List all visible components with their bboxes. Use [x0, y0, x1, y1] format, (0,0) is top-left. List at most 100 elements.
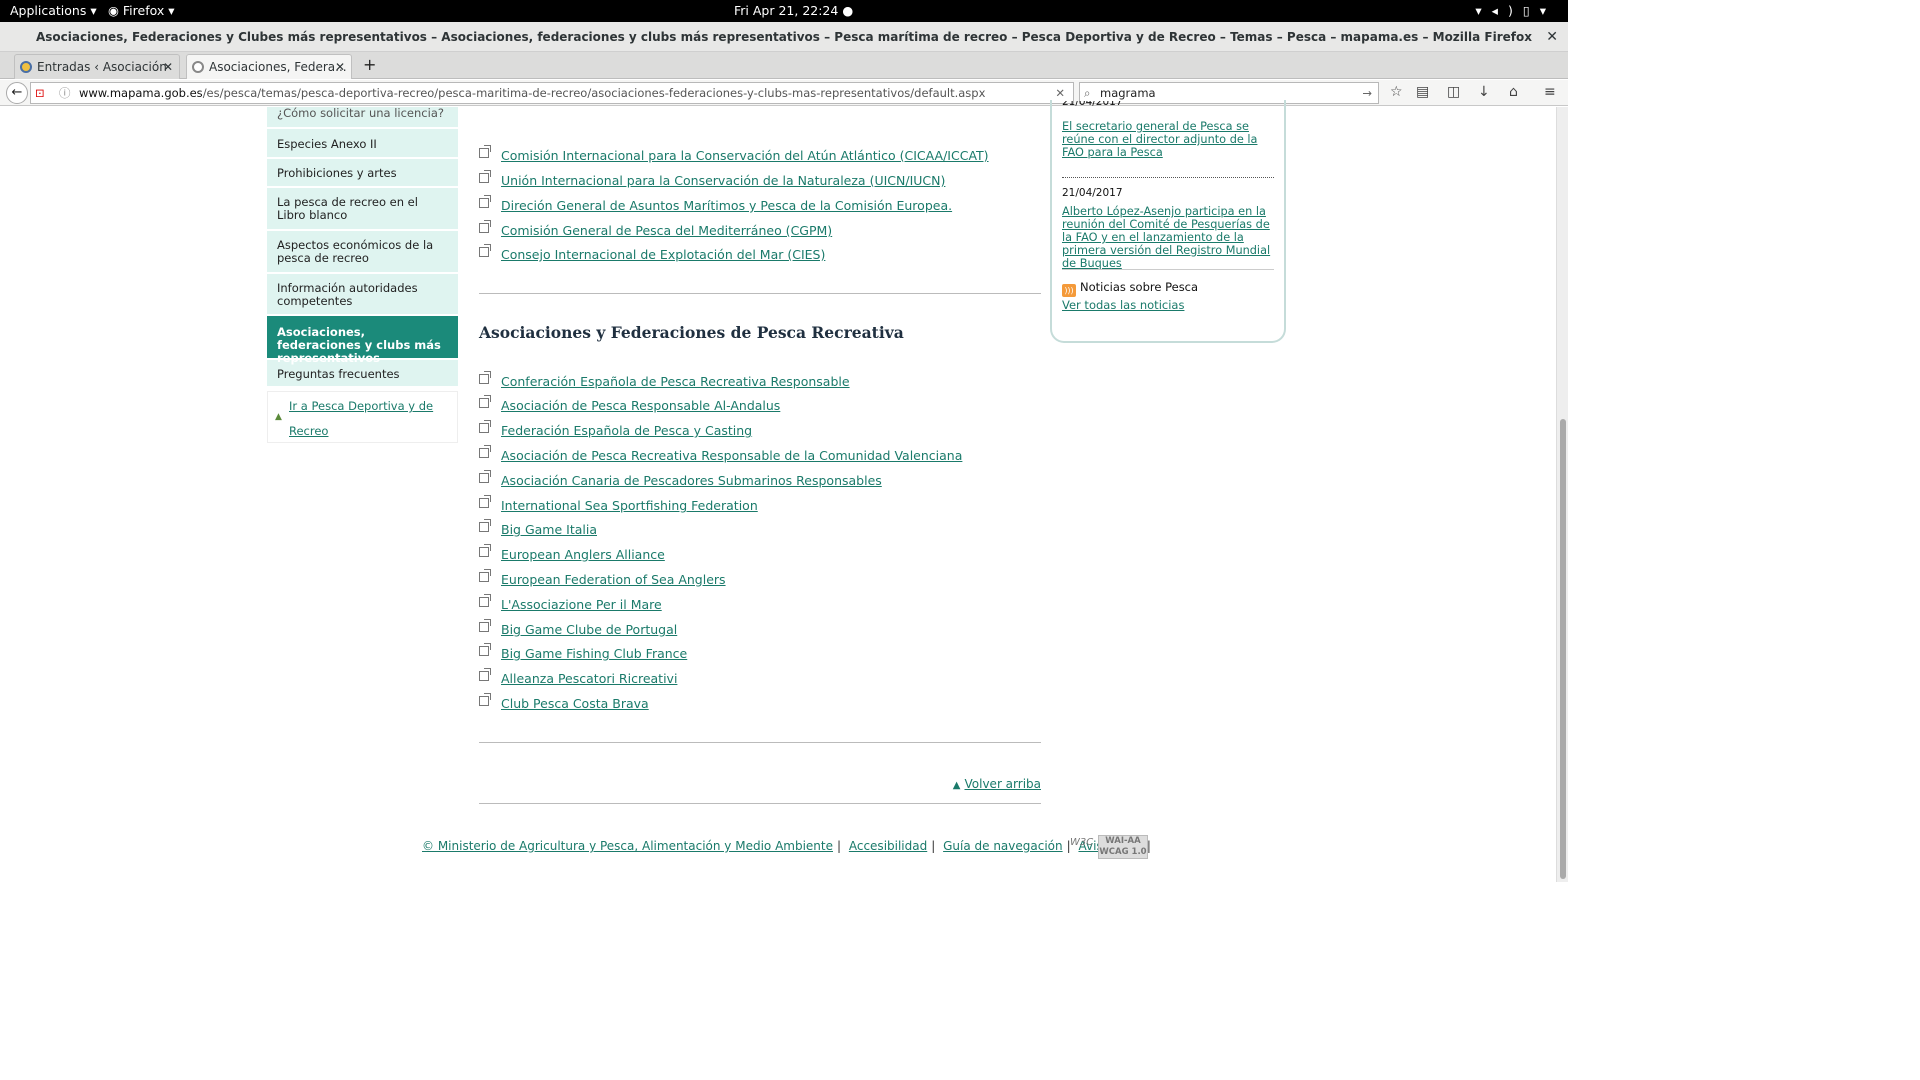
sidebar-item-libro-blanco[interactable]: La pesca de recreo en el Libro blanco	[267, 188, 458, 231]
sidebar-item-asociaciones[interactable]: Asociaciones, federaciones y clubs más r…	[267, 316, 458, 365]
sidebar-nav: ¿Cómo solicitar una licencia? Especies A…	[267, 107, 458, 388]
vertical-scrollbar[interactable]	[1556, 107, 1568, 882]
tab-entradas[interactable]: Entradas ‹ Asociación ... ✕	[14, 54, 180, 98]
news-item-link[interactable]: El secretario general de Pesca se reúne …	[1062, 120, 1274, 159]
external-link-icon	[479, 420, 491, 433]
external-link-icon	[479, 170, 491, 183]
new-tab-icon[interactable]: +	[363, 55, 376, 74]
reading-list-icon[interactable]: ▤	[1416, 84, 1429, 100]
external-link-icon	[479, 371, 491, 384]
navigation-toolbar: ← ⊡ ⓘ www.mapama.gob.es/es/pesca/temas/p…	[0, 80, 1568, 106]
assoc-link[interactable]: Alleanza Pescatori Ricreativi	[501, 671, 677, 686]
close-tab-icon[interactable]: ✕	[163, 55, 173, 79]
download-icon[interactable]: ↓	[1478, 84, 1490, 100]
accessibility-link[interactable]: Accesibilidad	[849, 839, 927, 853]
close-tab-icon[interactable]: ✕	[335, 55, 345, 79]
system-tray-icons[interactable]: ▾◂)▯▾	[1475, 3, 1556, 18]
tab-label: Asociaciones, Federa...	[209, 60, 347, 74]
section-divider	[479, 742, 1041, 743]
tab-strip: Entradas ‹ Asociación ... ✕ Asociaciones…	[0, 52, 1568, 98]
intl-link-dg-mare[interactable]: Direción General de Asuntos Marítimos y …	[501, 198, 952, 213]
search-go-icon[interactable]: →	[1362, 83, 1372, 103]
assoc-link[interactable]: Big Game Fishing Club France	[501, 646, 687, 661]
scrollbar-thumb[interactable]	[1560, 419, 1566, 879]
navigation-guide-link[interactable]: Guía de navegación	[943, 839, 1063, 853]
assoc-link[interactable]: Asociación de Pesca Recreativa Responsab…	[501, 448, 962, 463]
assoc-link[interactable]: Club Pesca Costa Brava	[501, 696, 649, 711]
applications-menu[interactable]: Applications ▾	[10, 3, 97, 18]
external-link-icon	[479, 220, 491, 233]
assoc-link[interactable]: International Sea Sportfishing Federatio…	[501, 498, 758, 513]
assoc-link[interactable]: Big Game Italia	[501, 522, 597, 537]
clock[interactable]: Fri Apr 21, 22:24 ●	[734, 3, 853, 18]
url-text: www.mapama.gob.es/es/pesca/temas/pesca-d…	[79, 86, 986, 100]
external-link-icon	[479, 519, 491, 532]
sidebar-item-prohibiciones[interactable]: Prohibiciones y artes	[267, 159, 458, 188]
back-to-top-link[interactable]: Volver arriba	[965, 777, 1042, 791]
menu-icon[interactable]: ≡	[1544, 84, 1556, 100]
news-panel: 21/04/2017 El secretario general de Pesc…	[1050, 100, 1286, 343]
assoc-link[interactable]: Conferación Española de Pesca Recreativa…	[501, 374, 850, 389]
sidebar-item-especies[interactable]: Especies Anexo II	[267, 129, 458, 159]
section-title: Asociaciones y Federaciones de Pesca Rec…	[479, 323, 904, 342]
page-footer: © Ministerio de Agricultura y Pesca, Ali…	[422, 839, 1151, 853]
system-top-bar: Applications ▾ ◉ Firefox ▾ Fri Apr 21, 2…	[0, 0, 1568, 22]
assoc-link[interactable]: L'Associazione Per il Mare	[501, 597, 662, 612]
news-date: 21/04/2017	[1062, 101, 1123, 108]
window-title-bar: Asociaciones, Federaciones y Clubes más …	[0, 22, 1568, 52]
assoc-link[interactable]: Big Game Clube de Portugal	[501, 622, 677, 637]
url-bar[interactable]: ⊡ ⓘ www.mapama.gob.es/es/pesca/temas/pes…	[30, 82, 1074, 104]
favicon-icon	[20, 61, 32, 73]
bookmark-star-icon[interactable]: ☆	[1390, 84, 1403, 100]
intl-link-cgpm[interactable]: Comisión General de Pesca del Mediterrán…	[501, 223, 832, 238]
rss-title: Noticias sobre Pesca	[1080, 280, 1199, 294]
ministry-link[interactable]: © Ministerio de Agricultura y Pesca, Ali…	[422, 839, 833, 853]
external-link-icon	[479, 445, 491, 458]
intl-link-uicn[interactable]: Unión Internacional para la Conservación…	[501, 173, 945, 188]
external-link-icon	[479, 693, 491, 706]
blocked-content-icon[interactable]: ⊡	[35, 83, 45, 103]
back-to-section: ▲ Ir a Pesca Deportiva y de Recreo	[267, 391, 458, 443]
firefox-menu[interactable]: ◉ Firefox ▾	[108, 3, 175, 18]
section-divider	[479, 293, 1041, 294]
external-link-icon	[479, 544, 491, 557]
w3c-logo[interactable]: W3C	[1070, 837, 1093, 848]
close-window-icon[interactable]: ✕	[1546, 22, 1558, 52]
external-link-icon	[479, 569, 491, 582]
loading-icon	[192, 61, 204, 73]
external-link-icon	[479, 594, 491, 607]
assoc-link[interactable]: Asociación de Pesca Responsable Al-Andal…	[501, 398, 780, 413]
pocket-icon[interactable]: ◫	[1447, 84, 1460, 100]
assoc-link[interactable]: European Federation of Sea Anglers	[501, 572, 726, 587]
rss-icon[interactable]: )))	[1062, 284, 1076, 297]
site-info-icon[interactable]: ⓘ	[59, 83, 71, 103]
tab-asociaciones[interactable]: Asociaciones, Federa... ✕	[186, 54, 352, 79]
news-date: 21/04/2017	[1062, 187, 1123, 199]
back-to-top: ▲ Volver arriba	[953, 777, 1041, 791]
intl-link-cies[interactable]: Consejo Internacional de Explotación del…	[501, 247, 825, 262]
assoc-link[interactable]: European Anglers Alliance	[501, 547, 665, 562]
sidebar-item-licencia[interactable]: ¿Cómo solicitar una licencia?	[267, 107, 458, 129]
external-link-icon	[479, 495, 491, 508]
sidebar-item-aspectos[interactable]: Aspectos económicos de la pesca de recre…	[267, 231, 458, 274]
intl-link-iccat[interactable]: Comisión Internacional para la Conservac…	[501, 148, 989, 163]
news-divider	[1062, 177, 1274, 178]
news-item-link[interactable]: Alberto López-Asenjo participa en la reu…	[1062, 205, 1274, 270]
news-divider	[1062, 269, 1274, 270]
all-news-link[interactable]: Ver todas las noticias	[1062, 298, 1184, 312]
external-link-icon	[479, 470, 491, 483]
window-title: Asociaciones, Federaciones y Clubes más …	[36, 30, 1532, 44]
external-link-icon	[479, 619, 491, 632]
footer-divider	[479, 803, 1041, 804]
wai-aa-badge[interactable]: WAI-AA WCAG 1.0	[1098, 835, 1148, 859]
back-to-section-link[interactable]: Ir a Pesca Deportiva y de Recreo	[289, 394, 439, 444]
back-button[interactable]: ←	[6, 82, 28, 104]
sidebar-item-autoridades[interactable]: Información autoridades competentes	[267, 274, 458, 316]
external-link-icon	[479, 668, 491, 681]
home-icon[interactable]: ⌂	[1509, 84, 1518, 100]
assoc-link[interactable]: Asociación Canaria de Pescadores Submari…	[501, 473, 882, 488]
up-arrow-icon: ▲	[952, 780, 961, 791]
external-link-icon	[479, 244, 491, 257]
assoc-link[interactable]: Federación Española de Pesca y Casting	[501, 423, 752, 438]
sidebar-item-preguntas[interactable]: Preguntas frecuentes	[267, 360, 458, 388]
